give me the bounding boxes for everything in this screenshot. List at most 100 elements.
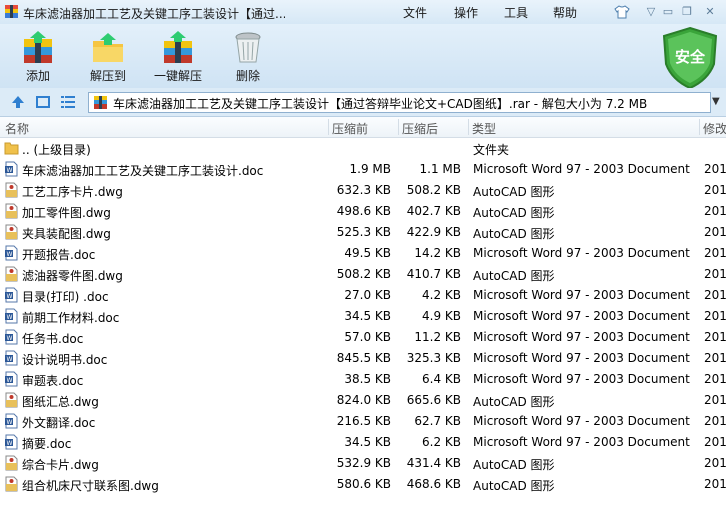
file-name: 任务书.doc bbox=[22, 332, 84, 346]
column-modified[interactable]: 修改 bbox=[703, 120, 726, 137]
file-name: 目录(打印) .doc bbox=[22, 290, 109, 304]
file-row[interactable]: 夹具装配图.dwg 525.3 KB 422.9 KB AutoCAD 图形 201 bbox=[0, 222, 726, 243]
quick-extract-label: 一键解压 bbox=[153, 69, 202, 83]
security-shield-button[interactable]: 安全 bbox=[660, 26, 720, 90]
file-type: Microsoft Word 97 - 2003 Document bbox=[473, 372, 690, 386]
file-row[interactable]: 综合卡片.dwg 532.9 KB 431.4 KB AutoCAD 图形 201 bbox=[0, 453, 726, 474]
column-divider[interactable] bbox=[328, 119, 329, 135]
compressed-size: 6.4 KB bbox=[422, 372, 461, 386]
file-row[interactable]: W 开题报告.doc 49.5 KB 14.2 KB Microsoft Word 97… bbox=[0, 243, 726, 264]
file-row[interactable]: W 审题表.doc 38.5 KB 6.4 KB Microsoft Word 97 -… bbox=[0, 369, 726, 390]
packed-size: 49.5 KB bbox=[344, 246, 391, 260]
file-row[interactable]: 滤油器零件图.dwg 508.2 KB 410.7 KB AutoCAD 图形 201 bbox=[0, 264, 726, 285]
quick-extract-icon bbox=[164, 31, 192, 63]
file-name: .. (上级目录) bbox=[22, 143, 91, 157]
file-name: 综合卡片.dwg bbox=[22, 458, 99, 472]
file-row[interactable]: W 设计说明书.doc 845.5 KB 325.3 KB Microsoft Word… bbox=[0, 348, 726, 369]
word-doc-icon: W bbox=[4, 308, 19, 324]
restore-button[interactable]: ❐ bbox=[677, 3, 697, 20]
add-button[interactable]: 添加 bbox=[18, 29, 58, 84]
file-row[interactable]: .. (上级目录) 文件夹 bbox=[0, 138, 726, 159]
file-type: 文件夹 bbox=[473, 143, 510, 157]
file-type: Microsoft Word 97 - 2003 Document bbox=[473, 330, 690, 344]
file-row[interactable]: 图纸汇总.dwg 824.0 KB 665.6 KB AutoCAD 图形 201 bbox=[0, 390, 726, 411]
file-type: AutoCAD 图形 bbox=[473, 395, 555, 409]
file-type: AutoCAD 图形 bbox=[473, 227, 555, 241]
column-header: 名称 压缩前 压缩后 类型 修改 bbox=[0, 117, 726, 138]
extract-to-button[interactable]: 解压到 bbox=[88, 29, 128, 84]
archive-file-icon bbox=[94, 96, 107, 109]
file-type: Microsoft Word 97 - 2003 Document bbox=[473, 288, 690, 302]
file-row[interactable]: 工艺工序卡片.dwg 632.3 KB 508.2 KB AutoCAD 图形 201 bbox=[0, 180, 726, 201]
file-row[interactable]: 组合机床尺寸联系图.dwg 580.6 KB 468.6 KB AutoCAD 图形 2… bbox=[0, 474, 726, 495]
folder-icon bbox=[4, 140, 19, 156]
column-divider[interactable] bbox=[699, 119, 700, 135]
compressed-size: 14.2 KB bbox=[414, 246, 461, 260]
packed-size: 580.6 KB bbox=[336, 477, 391, 491]
file-row[interactable]: W 车床滤油器加工工艺及关键工序工装设计.doc 1.9 MB 1.1 MB Micro… bbox=[0, 159, 726, 180]
address-dropdown-icon[interactable]: ▼ bbox=[712, 96, 720, 107]
column-divider[interactable] bbox=[468, 119, 469, 135]
quick-extract-button[interactable]: 一键解压 bbox=[153, 29, 203, 84]
menu-file[interactable]: 文件 bbox=[403, 4, 427, 21]
column-type[interactable]: 类型 bbox=[472, 120, 496, 137]
compressed-size: 62.7 KB bbox=[414, 414, 461, 428]
svg-text:W: W bbox=[7, 419, 13, 426]
dwg-file-icon bbox=[4, 476, 19, 492]
word-doc-icon: W bbox=[4, 329, 19, 345]
file-row[interactable]: 加工零件图.dwg 498.6 KB 402.7 KB AutoCAD 图形 201 bbox=[0, 201, 726, 222]
file-type: Microsoft Word 97 - 2003 Document bbox=[473, 351, 690, 365]
modified-date: 201 bbox=[704, 267, 726, 281]
packed-size: 27.0 KB bbox=[344, 288, 391, 302]
column-compressed-size[interactable]: 压缩后 bbox=[402, 120, 438, 137]
svg-text:W: W bbox=[7, 377, 13, 384]
extract-folder-icon bbox=[93, 33, 123, 62]
dwg-file-icon bbox=[4, 392, 19, 408]
file-name: 车床滤油器加工工艺及关键工序工装设计.doc bbox=[22, 164, 264, 178]
title-bar: 车床滤油器加工工艺及关键工序工装设计【通过... - 360压缩 3.2正式版 … bbox=[0, 0, 726, 24]
dwg-file-icon bbox=[4, 182, 19, 198]
thumbnail-view-icon[interactable] bbox=[35, 94, 51, 110]
menu-operation[interactable]: 操作 bbox=[454, 4, 478, 21]
file-type: Microsoft Word 97 - 2003 Document bbox=[473, 162, 690, 176]
compressed-size: 6.2 KB bbox=[422, 435, 461, 449]
menu-tools[interactable]: 工具 bbox=[504, 4, 528, 21]
close-button[interactable]: ✕ bbox=[700, 3, 720, 20]
column-name[interactable]: 名称 bbox=[5, 120, 29, 137]
menu-help[interactable]: 帮助 bbox=[553, 4, 577, 21]
compressed-size: 4.9 KB bbox=[422, 309, 461, 323]
address-field[interactable]: 车床滤油器加工工艺及关键工序工装设计【通过答辩毕业论文+CAD图纸】.rar -… bbox=[88, 92, 711, 113]
column-packed-size[interactable]: 压缩前 bbox=[332, 120, 368, 137]
up-arrow-icon[interactable] bbox=[10, 94, 26, 110]
file-type: AutoCAD 图形 bbox=[473, 479, 555, 493]
file-name: 设计说明书.doc bbox=[22, 353, 108, 367]
dwg-file-icon bbox=[4, 224, 19, 240]
svg-text:W: W bbox=[7, 440, 13, 447]
packed-size: 508.2 KB bbox=[336, 267, 391, 281]
file-name: 夹具装配图.dwg bbox=[22, 227, 111, 241]
packed-size: 845.5 KB bbox=[336, 351, 391, 365]
file-name: 图纸汇总.dwg bbox=[22, 395, 99, 409]
address-bar: 车床滤油器加工工艺及关键工序工装设计【通过答辩毕业论文+CAD图纸】.rar -… bbox=[0, 88, 726, 117]
modified-date: 201 bbox=[704, 204, 726, 218]
word-doc-icon: W bbox=[4, 161, 19, 177]
file-row[interactable]: W 摘要.doc 34.5 KB 6.2 KB Microsoft Word 97 - … bbox=[0, 432, 726, 453]
list-view-icon[interactable] bbox=[60, 94, 76, 110]
delete-button[interactable]: 删除 bbox=[230, 29, 266, 84]
svg-text:W: W bbox=[7, 335, 13, 342]
modified-date: 201 bbox=[704, 351, 726, 365]
modified-date: 201 bbox=[704, 372, 726, 386]
packed-size: 1.9 MB bbox=[349, 162, 391, 176]
file-name: 外文翻译.doc bbox=[22, 416, 96, 430]
file-row[interactable]: W 前期工作材料.doc 34.5 KB 4.9 KB Microsoft Word 9… bbox=[0, 306, 726, 327]
compressed-size: 410.7 KB bbox=[406, 267, 461, 281]
minimize-button[interactable]: ▭ bbox=[658, 3, 678, 20]
modified-date: 201 bbox=[704, 414, 726, 428]
file-row[interactable]: W 外文翻译.doc 216.5 KB 62.7 KB Microsoft Word 9… bbox=[0, 411, 726, 432]
file-type: Microsoft Word 97 - 2003 Document bbox=[473, 246, 690, 260]
skin-shirt-icon[interactable] bbox=[612, 3, 632, 20]
file-row[interactable]: W 目录(打印) .doc 27.0 KB 4.2 KB Microsoft Word … bbox=[0, 285, 726, 306]
word-doc-icon: W bbox=[4, 245, 19, 261]
column-divider[interactable] bbox=[398, 119, 399, 135]
file-row[interactable]: W 任务书.doc 57.0 KB 11.2 KB Microsoft Word 97 … bbox=[0, 327, 726, 348]
